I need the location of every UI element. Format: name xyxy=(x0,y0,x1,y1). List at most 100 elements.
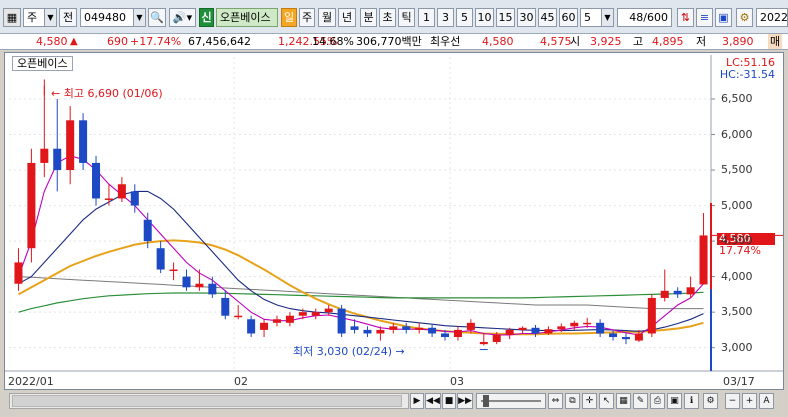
period-label: 초 xyxy=(382,11,393,24)
interval-label: 30 xyxy=(519,11,534,24)
candle-body xyxy=(518,327,527,330)
settings-icon[interactable]: ⚙ xyxy=(703,393,718,409)
interval-60-button[interactable]: 60 xyxy=(559,8,578,27)
overlay-icon[interactable]: ⧉ xyxy=(565,393,580,409)
interval-select[interactable]: 5 ▼ xyxy=(580,8,614,27)
info-icon[interactable]: ℹ xyxy=(684,393,699,409)
auto-fit-button[interactable]: A xyxy=(759,393,774,409)
indicator-icon[interactable]: ≡ xyxy=(696,8,713,27)
period-label: 주 xyxy=(301,11,313,24)
interval-label: 3 xyxy=(442,11,449,24)
period-minute-button[interactable]: 분 xyxy=(360,8,377,27)
period-second-button[interactable]: 초 xyxy=(379,8,396,27)
candle-body xyxy=(195,283,204,288)
gear-icon[interactable]: ⚙ xyxy=(736,8,753,27)
chevron-down-icon[interactable]: ▼ xyxy=(133,9,145,26)
chevron-down-icon[interactable]: ▼ xyxy=(601,9,613,26)
candle-body xyxy=(79,120,88,163)
candle-body xyxy=(453,329,462,338)
search-icon[interactable]: 🔍 xyxy=(148,8,166,27)
fit-icon[interactable]: ⇔ xyxy=(548,393,563,409)
scrollbar-thumb[interactable] xyxy=(12,395,402,407)
candle-body xyxy=(156,248,165,270)
zoom-out-button[interactable]: − xyxy=(725,393,740,409)
candle-body xyxy=(699,235,708,285)
interval-label: 1 xyxy=(423,11,430,24)
stop-button[interactable]: ■ xyxy=(442,393,456,409)
chart-type-icon[interactable]: ⇅ xyxy=(677,8,694,27)
interval-30-button[interactable]: 30 xyxy=(517,8,536,27)
jeon-button[interactable]: 전 xyxy=(59,8,77,27)
chart-canvas[interactable] xyxy=(5,53,783,389)
bar-count-value: 48 xyxy=(629,11,644,24)
interval-10-button[interactable]: 10 xyxy=(475,8,494,27)
period-label: 년 xyxy=(341,11,353,24)
forward-button[interactable]: ▶▶ xyxy=(457,393,473,409)
stock-code-input[interactable]: 049480 ▼ xyxy=(80,8,146,27)
candle-body xyxy=(673,290,682,295)
interval-45-button[interactable]: 45 xyxy=(538,8,557,27)
year-value: 2022 xyxy=(760,11,788,24)
play-button[interactable]: ▶ xyxy=(410,393,424,409)
interval-15-button[interactable]: 15 xyxy=(496,8,515,27)
open-price: 3,925 xyxy=(590,35,622,48)
chart-scrollbar[interactable] xyxy=(9,393,409,409)
chart-navigation: ▶ ◀◀ ■ ▶▶ ⇔ ⧉ ✛ ↖ ▦ ✎ ⎙ ▣ ℹ ⚙ − + A xyxy=(0,391,788,417)
candle-body xyxy=(208,283,217,295)
candle-body xyxy=(492,334,501,342)
candle-body xyxy=(40,148,49,163)
stock-name-field[interactable]: 오픈베이스 xyxy=(216,8,278,27)
zoom-slider-handle[interactable] xyxy=(483,395,489,407)
interval-1-button[interactable]: 1 xyxy=(418,8,435,27)
period-year-button[interactable]: 년 xyxy=(338,8,356,27)
candle-body xyxy=(531,327,540,334)
price-chart[interactable]: 오픈베이스 LC:51.16 HC:-31.54 ← 최고 6,690 (01/… xyxy=(4,52,784,390)
low-annotation: 최저 3,030 (02/24) → xyxy=(293,345,405,358)
zoom-in-button[interactable]: + xyxy=(742,393,757,409)
bar-count-max: /600 xyxy=(643,11,668,24)
badge-label: 신 xyxy=(201,11,212,24)
chevron-down-icon[interactable]: ▼ xyxy=(44,9,56,26)
bar-count-field[interactable]: 48/600 xyxy=(617,8,672,27)
hc-label: HC:-31.54 xyxy=(719,68,775,81)
market-label: 주 xyxy=(27,11,38,24)
low-label: 저 xyxy=(696,35,707,48)
period-month-button[interactable]: 월 xyxy=(318,8,336,27)
speaker-icon[interactable]: 🔊▾ xyxy=(169,8,196,27)
zoom-slider-track xyxy=(481,400,541,402)
high-annotation-text: 최고 6,690 (01/06) xyxy=(63,87,163,100)
chart-window: ▦ 주 ▼ 전 049480 ▼ 🔍 🔊▾ 신 오픈베이스 일 주 월 년 분 … xyxy=(0,0,788,417)
toolbar: ▦ 주 ▼ 전 049480 ▼ 🔍 🔊▾ 신 오픈베이스 일 주 월 년 분 … xyxy=(0,0,788,34)
price-change: 690 xyxy=(107,35,128,48)
candle-body xyxy=(389,326,398,330)
print-icon[interactable]: ⎙ xyxy=(650,393,665,409)
x-label-03-17: 03/17 xyxy=(723,375,755,388)
crosshair-icon[interactable]: ✛ xyxy=(582,393,597,409)
ma240-line xyxy=(18,276,704,310)
candle-body xyxy=(557,326,566,330)
save-icon[interactable]: ▣ xyxy=(715,8,732,27)
candle-body xyxy=(182,276,191,288)
zoom-slider[interactable] xyxy=(476,393,546,409)
rewind-button[interactable]: ◀◀ xyxy=(425,393,441,409)
candle-body xyxy=(634,333,643,341)
draw-icon[interactable]: ✎ xyxy=(633,393,648,409)
interval-5-button[interactable]: 5 xyxy=(456,8,473,27)
candle-body xyxy=(143,219,152,242)
image-icon[interactable]: ▣ xyxy=(667,393,682,409)
period-week-button[interactable]: 주 xyxy=(299,8,315,27)
x-label-03: 03 xyxy=(450,375,464,388)
pointer-icon[interactable]: ↖ xyxy=(599,393,614,409)
grid-icon[interactable]: ▦ xyxy=(616,393,631,409)
period-tick-button[interactable]: 틱 xyxy=(398,8,415,27)
year-field[interactable]: 2022 xyxy=(756,8,788,27)
candle-body xyxy=(686,287,695,295)
y-tick-label: 3,000 xyxy=(721,340,753,354)
market-select[interactable]: 주 ▼ xyxy=(23,8,57,27)
quote-bar: 4,580 ▲ 690 +17.74% 67,456,642 1,242.55%… xyxy=(0,34,788,50)
candle-body xyxy=(596,322,605,334)
grid-icon[interactable]: ▦ xyxy=(3,8,21,27)
period-day-button[interactable]: 일 xyxy=(281,8,297,27)
interval-selected-value: 5 xyxy=(584,11,591,24)
interval-3-button[interactable]: 3 xyxy=(437,8,454,27)
